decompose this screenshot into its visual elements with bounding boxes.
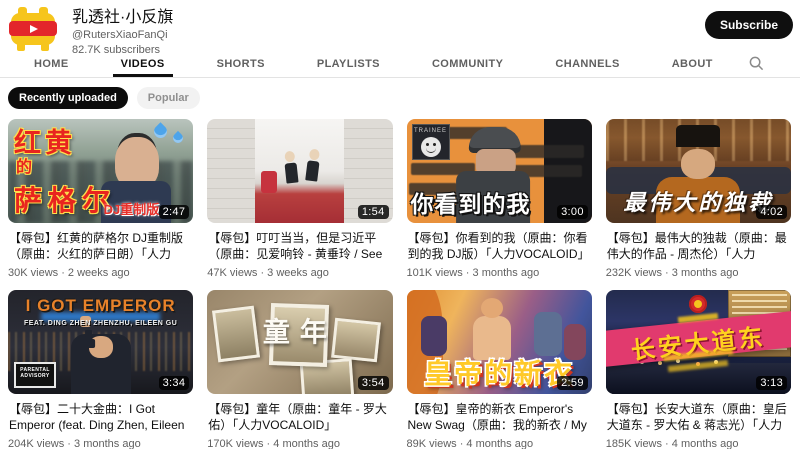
video-thumbnail[interactable]: TRAINEE SWAT 你看到的我 3:00	[407, 119, 592, 223]
old-photo	[212, 306, 260, 363]
video-meta: 101K views · 3 months ago	[407, 266, 592, 280]
video-thumbnail[interactable]: 皇帝的新衣 2:59	[407, 290, 592, 394]
tab-about[interactable]: ABOUT	[646, 50, 739, 77]
channel-avatar[interactable]	[9, 7, 57, 51]
duration-badge: 1:54	[358, 205, 389, 219]
thumb-overlay-text: 童年	[263, 310, 337, 349]
parental-advisory-label: PARENTAL ADVISORY	[14, 362, 56, 388]
sweat-drop-icon	[152, 122, 170, 140]
duration-badge: 3:13	[756, 376, 787, 390]
video-thumbnail[interactable]: 1:54	[207, 119, 392, 223]
tab-videos[interactable]: VIDEOS	[95, 50, 191, 77]
figure-face	[681, 149, 715, 179]
national-emblem-icon	[689, 295, 707, 313]
figure-face	[89, 336, 113, 358]
video-thumbnail[interactable]: 长安大道东 3:13	[606, 290, 791, 394]
video-meta: 47K views · 3 weeks ago	[207, 266, 392, 280]
album-title: TRAINEE	[414, 128, 447, 135]
cartoon-courtier	[421, 316, 447, 356]
duration-badge: 4:02	[756, 205, 787, 219]
video-meta: 185K views · 4 months ago	[606, 437, 791, 449]
tab-shorts[interactable]: SHORTS	[191, 50, 291, 77]
channel-handle: @RutersXiaoFanQi	[72, 28, 173, 43]
video-card[interactable]: TRAINEE SWAT 你看到的我 3:00 【辱包】你看到的我（原曲：你看到…	[407, 119, 592, 280]
video-title[interactable]: 【辱包】童年（原曲：童年 - 罗大佑）「人力VOCALOID」	[208, 401, 391, 433]
thumb-overlay-text: I GOT EMPEROR	[8, 296, 193, 316]
thumb-overlay-text: 长安大道东	[629, 317, 767, 366]
subscribe-button[interactable]: Subscribe	[705, 11, 793, 39]
video-card[interactable]: 皇帝的新衣 2:59 【辱包】皇帝的新衣 Emperor's New Swag（…	[407, 290, 592, 449]
filter-chip-bar: Recently uploaded Popular	[0, 78, 800, 117]
video-card[interactable]: 童年 3:54 【辱包】童年（原曲：童年 - 罗大佑）「人力VOCALOID」 …	[207, 290, 392, 449]
duration-badge: 2:59	[557, 376, 588, 390]
video-grid: 红黄 的 萨格尔 DJ重制版 2:47 【辱包】红黄的萨格尔 DJ重制版（原曲：…	[0, 117, 800, 449]
thumb-overlay-tag: DJ重制版	[104, 199, 160, 218]
thumb-overlay-text: 的	[16, 153, 32, 177]
video-card[interactable]: 红黄 的 萨格尔 DJ重制版 2:47 【辱包】红黄的萨格尔 DJ重制版（原曲：…	[8, 119, 193, 280]
video-title[interactable]: 【辱包】长安大道东（原曲：皇后大道东 - 罗大佑 & 蒋志光）「人力VOCALO…	[607, 401, 790, 433]
play-icon	[30, 25, 38, 33]
old-photo	[331, 318, 381, 363]
thumb-overlay-text: 皇帝的新衣	[424, 352, 574, 392]
thumb-overlay-subtitle: FEAT. DING ZHEN ZHENZHU, EILEEN GU	[8, 320, 193, 327]
sweat-drop-icon	[171, 131, 185, 145]
duration-badge: 2:47	[159, 205, 190, 219]
smiley-icon	[421, 137, 441, 157]
red-sofa	[261, 171, 277, 193]
video-card[interactable]: 长安大道东 3:13 【辱包】长安大道东（原曲：皇后大道东 - 罗大佑 & 蒋志…	[606, 290, 791, 449]
channel-name: 乳透社·小反旗	[72, 8, 173, 28]
video-title[interactable]: 【辱包】叮叮当当，但是习近平（原曲：见爱响铃 - 黄垂玲 / See Tình …	[208, 230, 391, 262]
chip-popular[interactable]: Popular	[137, 87, 200, 109]
duration-badge: 3:00	[557, 205, 588, 219]
thumb-overlay-text: 最伟大的独裁	[623, 185, 773, 217]
video-title[interactable]: 【辱包】最伟大的独裁（原曲：最伟大的作品 - 周杰伦）「人力VOCALOID」	[607, 230, 790, 262]
tab-community[interactable]: COMMUNITY	[406, 50, 529, 77]
thumb-overlay-text: 萨格尔	[14, 179, 116, 219]
channel-tabs: HOME VIDEOS SHORTS PLAYLISTS COMMUNITY C…	[0, 50, 800, 78]
channel-header: 乳透社·小反旗 @RutersXiaoFanQi 82.7K subscribe…	[0, 0, 800, 50]
video-thumbnail[interactable]: 红黄 的 萨格尔 DJ重制版 2:47	[8, 119, 193, 223]
video-card[interactable]: I GOT EMPEROR FEAT. DING ZHEN ZHENZHU, E…	[8, 290, 193, 449]
chip-recently-uploaded[interactable]: Recently uploaded	[8, 87, 128, 109]
video-meta: 232K views · 3 months ago	[606, 266, 791, 280]
video-meta: 30K views · 2 weeks ago	[8, 266, 193, 280]
tab-channels[interactable]: CHANNELS	[529, 50, 645, 77]
video-card[interactable]: 最伟大的独裁 4:02 【辱包】最伟大的独裁（原曲：最伟大的作品 - 周杰伦）「…	[606, 119, 791, 280]
video-meta: 89K views · 4 months ago	[407, 437, 592, 449]
tab-home[interactable]: HOME	[8, 50, 95, 77]
search-icon	[749, 56, 764, 71]
video-title[interactable]: 【辱包】红黄的萨格尔 DJ重制版（原曲：火红的萨日朗）「人力VOCALOID」	[9, 230, 192, 262]
video-card[interactable]: 1:54 【辱包】叮叮当当，但是习近平（原曲：见爱响铃 - 黄垂玲 / See …	[207, 119, 392, 280]
tab-playlists[interactable]: PLAYLISTS	[291, 50, 406, 77]
cartoon-emperor-head	[481, 298, 503, 318]
cartoon-courtier	[534, 312, 562, 356]
top-hat	[676, 125, 720, 147]
video-title[interactable]: 【辱包】二十大金曲：I Got Emperor (feat. Ding Zhen…	[9, 401, 192, 433]
video-thumbnail[interactable]: I GOT EMPEROR FEAT. DING ZHEN ZHENZHU, E…	[8, 290, 193, 394]
video-thumbnail[interactable]: 童年 3:54	[207, 290, 392, 394]
duration-badge: 3:54	[358, 376, 389, 390]
album-cover: TRAINEE	[412, 124, 450, 160]
video-meta: 204K views · 3 months ago	[8, 437, 193, 449]
duration-badge: 3:34	[159, 376, 190, 390]
video-meta: 170K views · 4 months ago	[207, 437, 392, 449]
channel-search-button[interactable]	[739, 50, 774, 77]
video-title[interactable]: 【辱包】皇帝的新衣 Emperor's New Swag（原曲：我的新衣 / M…	[408, 401, 591, 433]
thumb-overlay-text: 你看到的我	[411, 185, 531, 219]
video-title[interactable]: 【辱包】你看到的我（原曲：你看到的我 DJ版）「人力VOCALOID」	[408, 230, 591, 262]
video-thumbnail[interactable]: 最伟大的独裁 4:02	[606, 119, 791, 223]
